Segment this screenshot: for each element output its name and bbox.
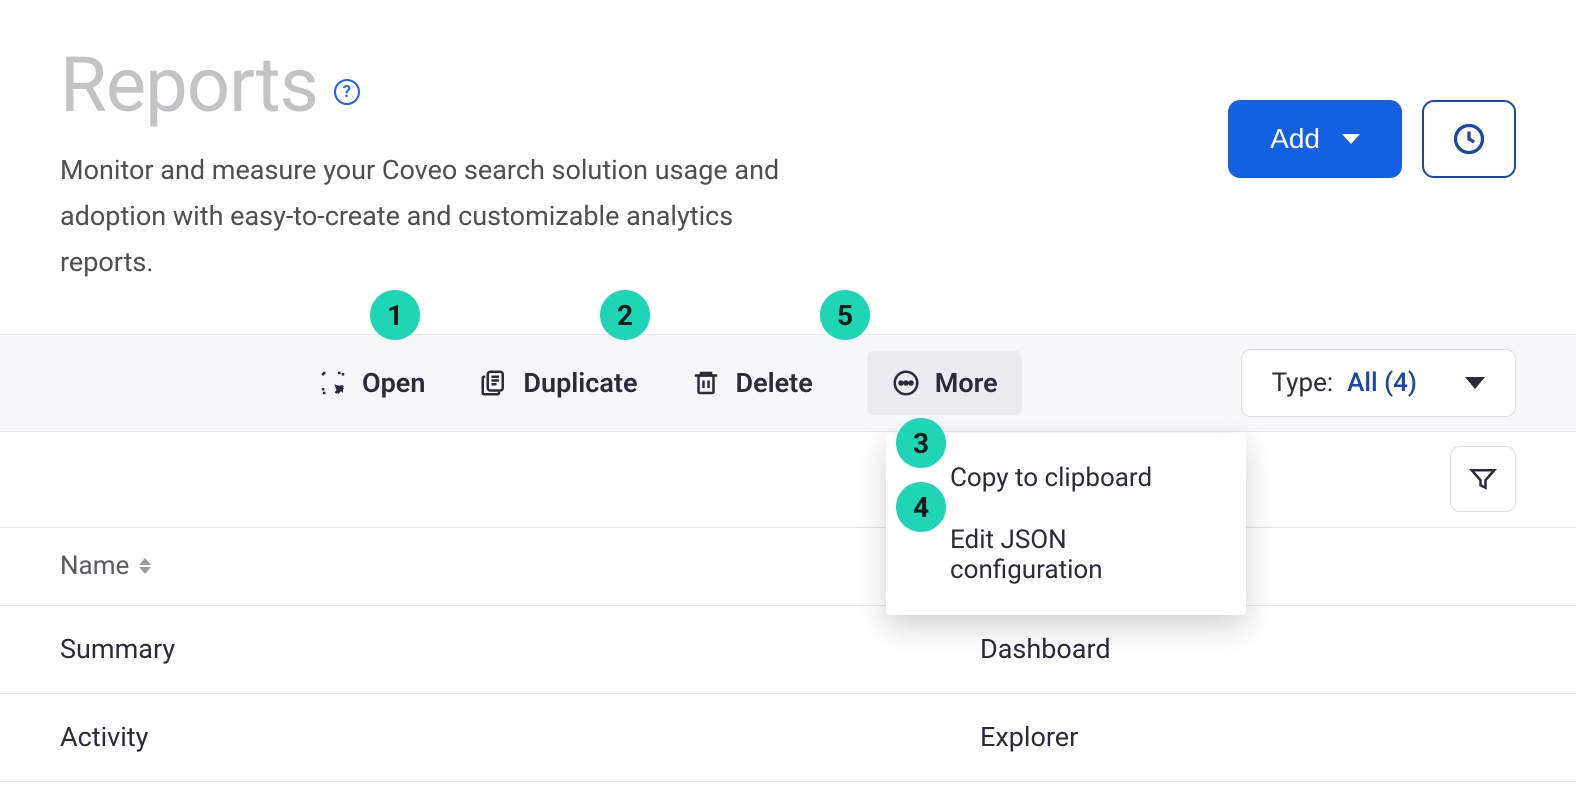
filter-row: [0, 432, 1576, 528]
sort-icon: [139, 558, 151, 574]
duplicate-label: Duplicate: [523, 367, 637, 399]
open-label: Open: [362, 367, 425, 399]
header-left: Reports ? Monitor and measure your Coveo…: [60, 40, 1228, 286]
more-action[interactable]: More: [867, 351, 1022, 415]
callout-1: 1: [370, 290, 420, 340]
trash-icon: [691, 368, 721, 398]
chevron-down-icon: [1342, 134, 1360, 144]
header-actions: Add: [1228, 100, 1516, 178]
toolbar-actions: Open Duplicate Delete: [318, 351, 1022, 415]
page-header: Reports ? Monitor and measure your Coveo…: [0, 0, 1576, 286]
history-button[interactable]: [1422, 100, 1516, 178]
add-button[interactable]: Add: [1228, 100, 1402, 178]
action-toolbar: Open Duplicate Delete: [0, 334, 1576, 432]
copy-clipboard-label: Copy to clipboard: [950, 463, 1152, 493]
row-name: Summary: [60, 633, 980, 665]
callout-4: 4: [896, 482, 946, 532]
duplicate-icon: [479, 368, 509, 398]
more-dropdown: Copy to clipboard Edit JSON configuratio…: [886, 433, 1246, 615]
row-name: Activity: [60, 721, 980, 753]
clock-icon: [1451, 121, 1487, 157]
help-icon[interactable]: ?: [334, 79, 360, 105]
page-description: Monitor and measure your Coveo search so…: [60, 148, 820, 286]
open-icon: [318, 368, 348, 398]
table-header: Name Type: [0, 528, 1576, 606]
duplicate-action[interactable]: Duplicate: [479, 367, 637, 399]
table-row[interactable]: Activity Explorer: [0, 694, 1576, 782]
edit-json-label: Edit JSON configuration: [950, 525, 1103, 585]
callout-2: 2: [600, 290, 650, 340]
type-filter-label: Type:: [1272, 368, 1334, 398]
chevron-down-icon: [1465, 377, 1485, 389]
type-filter-value: All (4): [1347, 368, 1417, 398]
column-header-name[interactable]: Name: [60, 551, 980, 581]
more-icon: [891, 368, 921, 398]
filter-button[interactable]: [1450, 446, 1516, 512]
callout-5: 5: [820, 290, 870, 340]
row-type: Dashboard: [980, 633, 1516, 665]
funnel-icon: [1468, 464, 1498, 494]
title-row: Reports ?: [60, 40, 1228, 130]
callout-3: 3: [896, 418, 946, 468]
column-name-label: Name: [60, 551, 129, 581]
delete-label: Delete: [735, 367, 812, 399]
type-filter[interactable]: Type: All (4): [1241, 349, 1516, 417]
page-title: Reports: [60, 40, 318, 130]
row-type: Explorer: [980, 721, 1516, 753]
add-button-label: Add: [1270, 123, 1320, 155]
delete-action[interactable]: Delete: [691, 367, 812, 399]
open-action[interactable]: Open: [318, 367, 425, 399]
table-row[interactable]: Summary Dashboard: [0, 606, 1576, 694]
more-label: More: [935, 367, 998, 399]
